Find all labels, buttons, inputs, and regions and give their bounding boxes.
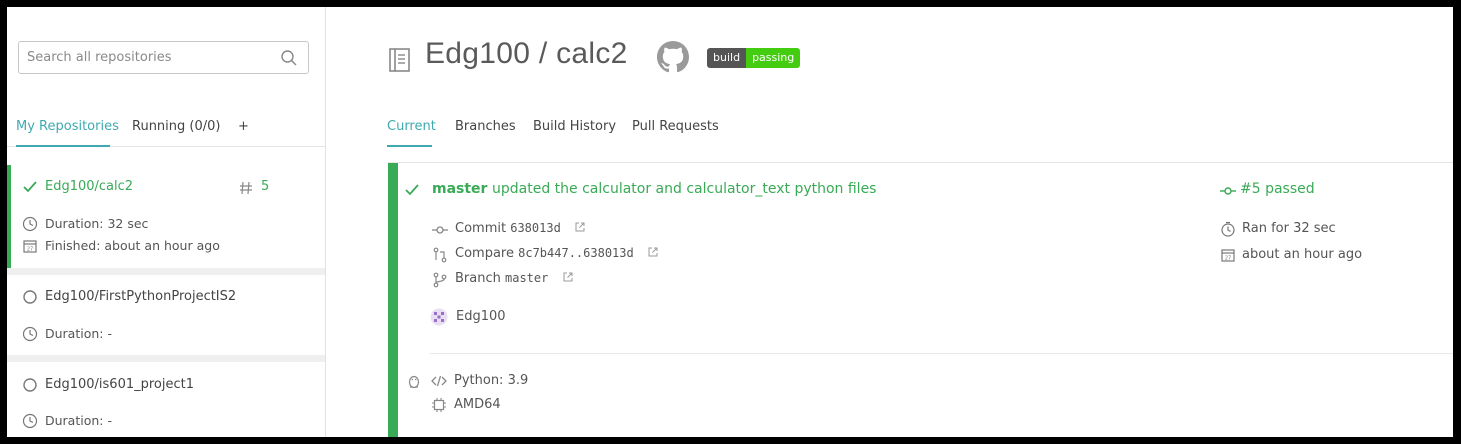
compare-label: Compare [455, 246, 514, 261]
repo-duration: Duration: - [45, 326, 112, 341]
search-box[interactable] [18, 41, 309, 74]
sidebar: My Repositories Running (0/0) + Edg100/c… [7, 7, 326, 437]
branch-label: Branch [455, 271, 501, 286]
external-link-icon[interactable] [648, 247, 658, 257]
architecture: AMD64 [454, 397, 501, 412]
page-title: Edg100 / calc2 [425, 37, 628, 70]
status-circle-icon [23, 290, 37, 304]
repo-item-is601-project1[interactable]: Edg100/is601_project1 Duration: - [7, 362, 325, 437]
repo-name[interactable]: Edg100/is601_project1 [45, 377, 194, 392]
tab-branches[interactable]: Branches [455, 119, 516, 134]
repo-finished: Finished: about an hour ago [45, 238, 220, 253]
branch-icon [433, 272, 447, 288]
commit-hash[interactable]: 638013d [510, 221, 561, 235]
commit-label: Commit [455, 221, 507, 236]
tab-running[interactable]: Running (0/0) [132, 119, 220, 134]
compare-link[interactable]: Compare 8c7b447..638013d [455, 246, 658, 261]
build-summary-card: master updated the calculator and calcul… [388, 162, 1453, 437]
search-input[interactable] [19, 42, 269, 73]
clock-icon [22, 413, 38, 429]
language-version: Python: 3.9 [454, 373, 529, 388]
badge-label: build [707, 48, 747, 68]
active-tab-indicator [16, 145, 110, 147]
app-frame: My Repositories Running (0/0) + Edg100/c… [7, 7, 1453, 437]
branch-link[interactable]: Branch master [455, 271, 573, 286]
build-status-bar [388, 163, 398, 437]
clock-icon [22, 216, 38, 232]
github-icon[interactable] [657, 41, 689, 73]
finished-time: about an hour ago [1242, 247, 1363, 262]
check-icon [405, 184, 419, 196]
check-icon [23, 181, 37, 193]
status-circle-icon [23, 378, 37, 392]
tab-current[interactable]: Current [387, 119, 436, 134]
branch-name[interactable]: master [432, 181, 487, 197]
add-repository-button[interactable]: + [238, 119, 249, 134]
compare-range[interactable]: 8c7b447..638013d [518, 246, 634, 260]
author-name[interactable]: Edg100 [456, 309, 506, 324]
commit-dot-icon [1220, 187, 1236, 195]
calendar-icon: 27 [1221, 249, 1235, 262]
badge-value: passing [746, 48, 801, 68]
repo-item-firstpythonproject[interactable]: Edg100/FirstPythonProjectIS218 Duration:… [7, 275, 325, 355]
repo-item-calc2[interactable]: Edg100/calc2 5 Duration: 32 sec 27 Finis… [7, 165, 325, 268]
clock-icon [22, 326, 38, 342]
commit-message[interactable]: updated the calculator and calculator_te… [492, 181, 876, 197]
svg-text:27: 27 [27, 247, 33, 253]
divider [7, 355, 325, 362]
repo-name[interactable]: Edg100/FirstPythonProjectIS218 [45, 289, 235, 304]
tab-my-repositories[interactable]: My Repositories [16, 119, 119, 134]
tab-build-history[interactable]: Build History [533, 119, 616, 134]
repo-duration: Duration: 32 sec [45, 216, 149, 231]
repo-duration: Duration: - [45, 413, 112, 428]
branch-value[interactable]: master [505, 271, 548, 285]
tab-pull-requests[interactable]: Pull Requests [632, 119, 719, 134]
repo-book-icon [389, 48, 410, 72]
hash-icon [240, 181, 252, 195]
external-link-icon[interactable] [575, 222, 585, 232]
svg-text:27: 27 [1225, 256, 1231, 262]
divider [430, 353, 1453, 354]
build-status[interactable]: #5 passed [1240, 181, 1315, 197]
ran-for: Ran for 32 sec [1242, 221, 1336, 236]
sidebar-tabs: My Repositories Running (0/0) + [7, 107, 325, 147]
avatar [430, 308, 448, 326]
divider [7, 268, 325, 275]
active-tab-indicator [387, 145, 432, 147]
build-status-badge[interactable]: build passing [707, 48, 801, 68]
repo-name[interactable]: Edg100/calc2 [45, 179, 133, 194]
external-link-icon[interactable] [563, 272, 573, 282]
search-icon[interactable] [280, 49, 298, 67]
code-icon [431, 375, 447, 387]
cpu-icon [432, 398, 446, 412]
commit-link[interactable]: Commit 638013d [455, 221, 585, 236]
stopwatch-icon [1221, 221, 1235, 237]
commit-icon [432, 226, 448, 234]
linux-penguin-icon [408, 375, 420, 389]
calendar-icon: 27 [23, 240, 37, 253]
main-content: Edg100 / calc2 build passing Current Bra… [327, 7, 1453, 437]
build-number: 5 [261, 179, 270, 194]
compare-icon [433, 247, 447, 263]
